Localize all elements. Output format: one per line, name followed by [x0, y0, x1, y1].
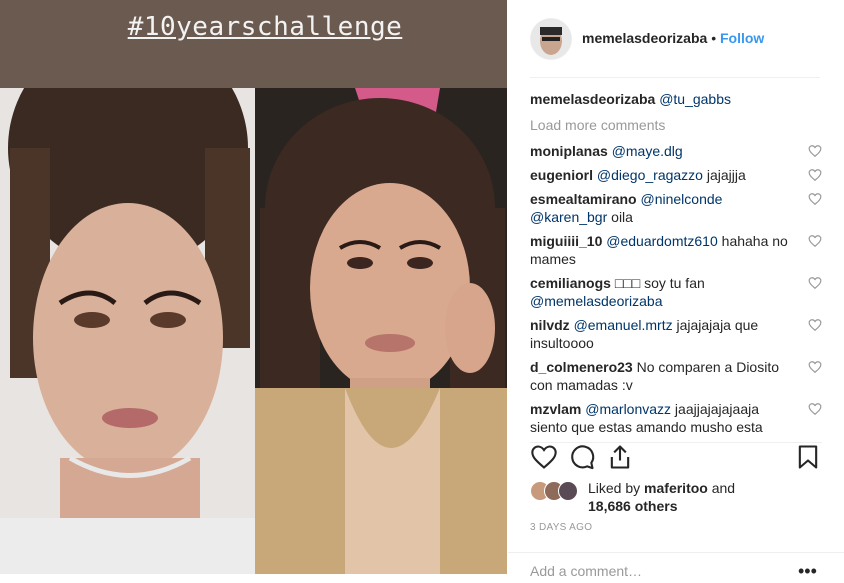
- right-portrait: [255, 88, 507, 574]
- post-header: memelasdeorizaba • Follow: [530, 0, 820, 78]
- comment-text: □□□ soy tu fan: [614, 275, 705, 291]
- likes-count[interactable]: 18,686 others: [588, 498, 678, 514]
- comment-item: cemilianogs □□□ soy tu fan @memelasdeori…: [530, 274, 822, 310]
- comment-item: esmealtamirano @ninelconde @karen_bgr oi…: [530, 190, 822, 226]
- caption: memelasdeorizaba @tu_gabbs: [530, 90, 822, 108]
- comment-mention[interactable]: @memelasdeorizaba: [530, 293, 663, 309]
- likes-prefix: Liked by: [588, 480, 645, 496]
- comment-text: jajajjja: [702, 167, 746, 183]
- comment-username[interactable]: mzvlam: [530, 401, 581, 417]
- left-portrait: [0, 88, 255, 574]
- comment-username[interactable]: moniplanas: [530, 143, 608, 159]
- post-actions: [530, 442, 822, 479]
- liker-avatars: [530, 481, 586, 501]
- comments-list: memelasdeorizaba @tu_gabbs Load more com…: [530, 90, 822, 435]
- heart-icon[interactable]: [530, 443, 558, 471]
- likes-text: Liked by maferitoo and 18,686 others: [588, 479, 735, 515]
- add-comment-box: Add a comment… •••: [508, 552, 844, 583]
- comment-username[interactable]: d_colmenero23: [530, 359, 633, 375]
- comment-username[interactable]: cemilianogs: [530, 275, 611, 291]
- comment-like-heart-icon[interactable]: [808, 276, 822, 290]
- comment-like-heart-icon[interactable]: [808, 144, 822, 158]
- avatar[interactable]: [530, 18, 572, 60]
- comment-like-heart-icon[interactable]: [808, 402, 822, 416]
- comment-item: nilvdz @emanuel.mrtz jajajajaja que insu…: [530, 316, 822, 352]
- photo-banner: #10yearschallenge: [0, 0, 507, 88]
- liker-avatar: [558, 481, 578, 501]
- comment-mention[interactable]: @eduardomtz610: [606, 233, 718, 249]
- comment-username[interactable]: esmealtamirano: [530, 191, 637, 207]
- avatar-image: [531, 19, 571, 59]
- post-photo[interactable]: #10yearschallenge: [0, 0, 507, 574]
- comment-like-heart-icon[interactable]: [808, 318, 822, 332]
- comment-like-heart-icon[interactable]: [808, 192, 822, 206]
- comment-icon[interactable]: [568, 443, 596, 471]
- likes-section: Liked by maferitoo and 18,686 others: [530, 479, 822, 519]
- comment-mention[interactable]: @emanuel.mrtz: [574, 317, 673, 333]
- comment-mention[interactable]: @marlonvazz: [585, 401, 671, 417]
- share-icon[interactable]: [606, 443, 634, 471]
- post-panel: memelasdeorizaba • Follow memelasdeoriza…: [508, 0, 844, 581]
- comment-like-heart-icon[interactable]: [808, 168, 822, 182]
- comment-username[interactable]: nilvdz: [530, 317, 570, 333]
- post-date[interactable]: 3 DAYS AGO: [530, 522, 592, 533]
- header-user: memelasdeorizaba • Follow: [582, 30, 764, 46]
- comment-like-heart-icon[interactable]: [808, 234, 822, 248]
- comment-mention[interactable]: @diego_ragazzo: [597, 167, 703, 183]
- comment-item: eugeniorl @diego_ragazzo jajajjja: [530, 166, 822, 184]
- follow-button[interactable]: Follow: [720, 30, 764, 46]
- comment-username[interactable]: miguiiii_10: [530, 233, 602, 249]
- comment-like-heart-icon[interactable]: [808, 360, 822, 374]
- add-comment-input[interactable]: Add a comment…: [530, 563, 642, 579]
- caption-mention[interactable]: @tu_gabbs: [659, 91, 731, 107]
- likes-user[interactable]: maferitoo: [644, 480, 708, 496]
- comment-item: moniplanas @maye.dlg: [530, 142, 822, 160]
- comment-mention[interactable]: @maye.dlg: [612, 143, 683, 159]
- comment-username[interactable]: eugeniorl: [530, 167, 593, 183]
- bookmark-icon[interactable]: [794, 443, 822, 471]
- comment-item: d_colmenero23 No comparen a Diosito con …: [530, 358, 822, 394]
- likes-middle: and: [707, 480, 736, 496]
- caption-username[interactable]: memelasdeorizaba: [530, 91, 655, 107]
- comment-item: mzvlam @marlonvazz jaajjajajajaaja sient…: [530, 400, 822, 435]
- load-more-comments-button[interactable]: Load more comments: [530, 116, 822, 134]
- banner-text: #10yearschallenge: [127, 12, 403, 42]
- comment-item: miguiiii_10 @eduardomtz610 hahaha no mam…: [530, 232, 822, 268]
- comment-text: oila: [607, 209, 633, 225]
- header-separator: •: [711, 30, 717, 46]
- header-username[interactable]: memelasdeorizaba: [582, 30, 707, 46]
- more-options-icon[interactable]: •••: [798, 561, 817, 582]
